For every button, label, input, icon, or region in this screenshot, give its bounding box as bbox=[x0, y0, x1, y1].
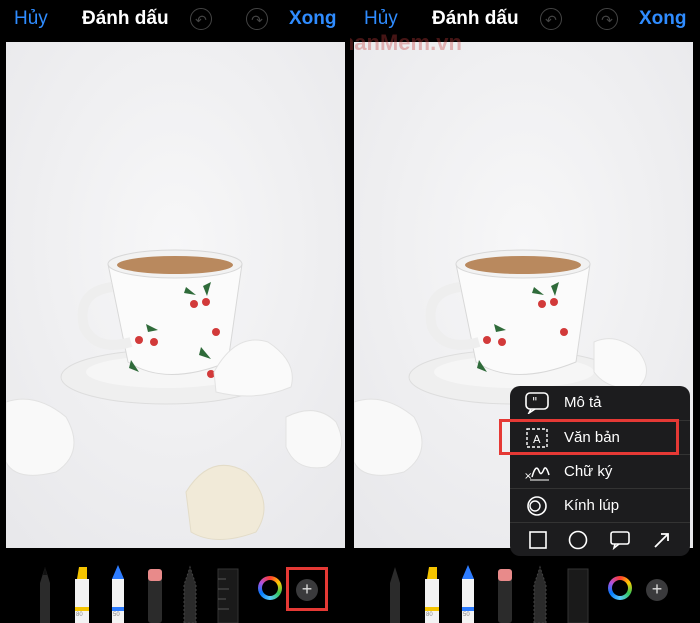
pen-tool-icon[interactable] bbox=[36, 565, 54, 623]
page-title: Đánh dấu bbox=[432, 8, 519, 29]
pencil-number: 50 bbox=[463, 612, 470, 618]
eraser-tool-icon[interactable] bbox=[495, 565, 515, 623]
add-menu-popover: " Mô tả A Văn bản × Chữ ký Kính lúp bbox=[510, 386, 690, 556]
signature-icon: × bbox=[524, 461, 550, 483]
circle-icon[interactable] bbox=[568, 530, 588, 550]
highlighter-number: 80 bbox=[426, 612, 433, 618]
highlight-box-add-button bbox=[286, 567, 328, 611]
menu-item-signature[interactable]: × Chữ ký bbox=[510, 455, 690, 489]
menu-item-label: Mô tả bbox=[564, 394, 602, 411]
highlighter-number: 80 bbox=[76, 612, 83, 618]
cancel-button[interactable]: Hủy bbox=[364, 8, 398, 30]
ruler-tool-icon[interactable] bbox=[215, 565, 241, 623]
svg-text:": " bbox=[532, 395, 538, 409]
eraser-tool-icon[interactable] bbox=[145, 565, 165, 623]
menu-item-magnifier[interactable]: Kính lúp bbox=[510, 489, 690, 523]
undo-icon[interactable]: ↶ bbox=[540, 8, 562, 30]
shape-row bbox=[510, 522, 690, 556]
pen-tool-icon[interactable] bbox=[386, 565, 404, 623]
markup-screen-right: Hủy Đánh dấu ↶ ↷ Xong ThuThuatPhanMem.vn… bbox=[350, 0, 700, 623]
add-button[interactable]: + bbox=[646, 579, 668, 601]
markup-screen-left: Hủy Đánh dấu ↶ ↷ Xong 80 50 + bbox=[0, 0, 350, 623]
done-button[interactable]: Xong bbox=[289, 8, 337, 30]
photo-canvas[interactable] bbox=[6, 42, 345, 548]
done-button[interactable]: Xong bbox=[639, 8, 687, 30]
ruler-tool-icon[interactable] bbox=[565, 565, 591, 623]
menu-item-label: Kính lúp bbox=[564, 497, 620, 514]
quote-bubble-icon: " bbox=[524, 392, 550, 416]
pencil-number: 50 bbox=[113, 612, 120, 618]
menu-item-label: Chữ ký bbox=[564, 463, 613, 480]
redo-icon[interactable]: ↷ bbox=[246, 8, 268, 30]
arrow-icon[interactable] bbox=[652, 530, 672, 550]
watermark-text: ThuThuatPhanMem.vn bbox=[350, 30, 462, 55]
top-bar: Hủy Đánh dấu ↶ ↷ Xong bbox=[0, 0, 350, 40]
page-title: Đánh dấu bbox=[82, 8, 169, 29]
redo-icon[interactable]: ↷ bbox=[596, 8, 618, 30]
cancel-button[interactable]: Hủy bbox=[14, 8, 48, 30]
undo-icon[interactable]: ↶ bbox=[190, 8, 212, 30]
color-picker-icon[interactable] bbox=[608, 576, 632, 600]
color-picker-icon[interactable] bbox=[258, 576, 282, 600]
speech-bubble-icon[interactable] bbox=[610, 530, 630, 550]
lasso-tool-icon[interactable] bbox=[180, 565, 200, 623]
menu-item-description[interactable]: " Mô tả bbox=[510, 386, 690, 420]
magnifier-icon bbox=[524, 495, 550, 517]
highlight-box-text-item bbox=[499, 419, 679, 455]
lasso-tool-icon[interactable] bbox=[530, 565, 550, 623]
square-icon[interactable] bbox=[528, 530, 548, 550]
